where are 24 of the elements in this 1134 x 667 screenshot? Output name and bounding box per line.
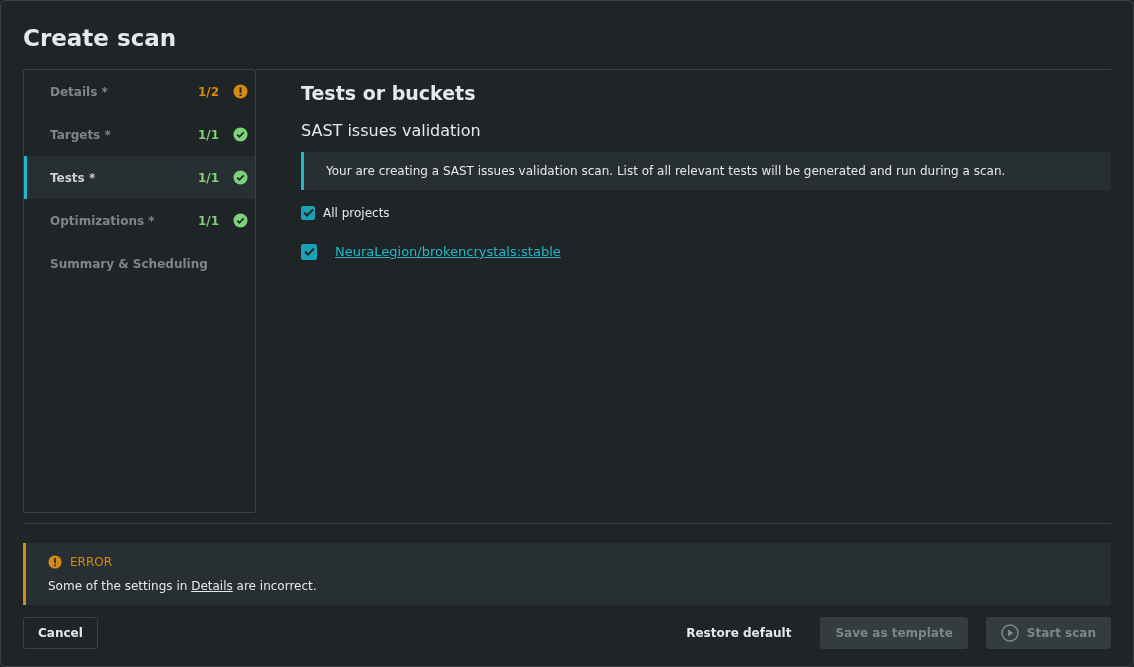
step-item[interactable]: Details * 1/2: [24, 70, 255, 113]
details-link[interactable]: Details: [191, 579, 233, 593]
checkbox-label: All projects: [323, 205, 390, 222]
dialog-title: Create scan: [23, 24, 178, 53]
project-link[interactable]: NeuraLegion/brokencrystals:stable: [335, 242, 561, 262]
play-icon: [1000, 624, 1019, 642]
checkbox[interactable]: [301, 206, 315, 220]
restore-default-button[interactable]: Restore default: [671, 617, 807, 649]
step-item[interactable]: Optimizations * 1/1: [24, 199, 255, 242]
warning-icon: [48, 555, 62, 569]
check-circle-icon: [233, 127, 248, 142]
check-circle-icon: [233, 170, 248, 185]
error-message: Some of the settings in Details are incorrect.: [48, 578, 318, 595]
info-message: Your are creating a SAST issues validation scan. List of all relevant tests will be generated and run during a scan.: [301, 152, 1111, 190]
cancel-button[interactable]: Cancel: [23, 617, 98, 649]
step-item[interactable]: Tests * 1/1: [24, 156, 255, 199]
step-item[interactable]: Summary & Scheduling: [24, 242, 255, 285]
section-subheading: SAST issues validation: [301, 120, 482, 140]
checkbox[interactable]: [301, 243, 317, 260]
error-title: ERROR: [70, 554, 113, 571]
warning-icon: [233, 84, 248, 99]
step-item[interactable]: Targets * 1/1: [24, 113, 255, 156]
check-circle-icon: [233, 213, 248, 228]
section-heading: Tests or buckets: [301, 82, 477, 105]
